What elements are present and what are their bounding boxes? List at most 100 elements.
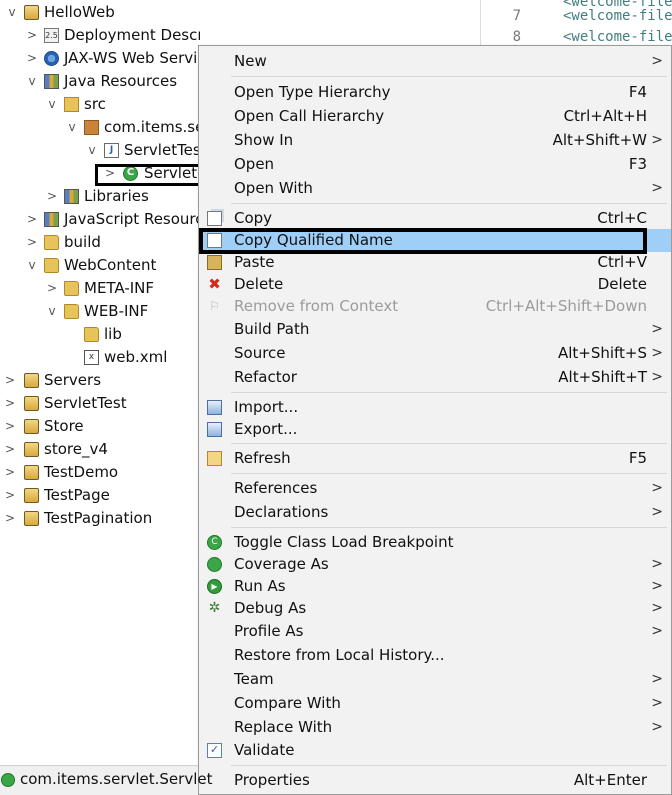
menu-item-debug-as[interactable]: ✲ Debug As >: [199, 597, 671, 620]
expand-twisty[interactable]: v: [46, 93, 58, 116]
menu-item-run-as[interactable]: ▶ Run As >: [199, 575, 671, 598]
delete-icon: ✖: [208, 275, 221, 293]
expand-twisty[interactable]: >: [26, 24, 38, 47]
tree-item-helloweb[interactable]: v HelloWeb: [0, 1, 200, 24]
tree-item-store[interactable]: > Store: [0, 415, 200, 438]
menu-item-open-type-hierarchy[interactable]: Open Type Hierarchy F4: [199, 81, 671, 104]
menu-item-toggle-class-load-breakpoint[interactable]: C Toggle Class Load Breakpoint: [199, 531, 671, 554]
tree-item-lib[interactable]: lib: [0, 323, 200, 346]
menu-item-open-with[interactable]: Open With >: [199, 177, 671, 200]
source-folder-icon: [64, 97, 79, 112]
expand-twisty[interactable]: >: [4, 507, 16, 530]
tree-item-web-xml[interactable]: x web.xml: [0, 346, 200, 369]
code-editor[interactable]: <welcome-file 7 <welcome-file 8 <welcome…: [480, 0, 672, 46]
menu-item-replace-with[interactable]: Replace With >: [199, 716, 671, 739]
menu-item-references[interactable]: References >: [199, 477, 671, 500]
expand-twisty[interactable]: v: [26, 254, 38, 277]
menu-item-label: Run As: [234, 577, 286, 595]
tree-item-label: TestPage: [44, 486, 110, 504]
menu-item-source[interactable]: Source Alt+Shift+S >: [199, 342, 671, 365]
tree-item-package[interactable]: v com.items.servlet: [0, 116, 200, 139]
tree-item-servers[interactable]: > Servers: [0, 369, 200, 392]
expand-twisty[interactable]: >: [4, 484, 16, 507]
expand-twisty[interactable]: >: [4, 392, 16, 415]
menu-item-shortcut: Alt+Shift+T: [558, 368, 647, 386]
menu-item-compare-with[interactable]: Compare With >: [199, 692, 671, 715]
menu-item-show-in[interactable]: Show In Alt+Shift+W >: [199, 129, 671, 152]
expand-twisty[interactable]: >: [4, 369, 16, 392]
expand-twisty[interactable]: v: [46, 300, 58, 323]
tree-item-label: src: [84, 95, 106, 113]
folder-icon: [44, 258, 59, 273]
expand-twisty[interactable]: >: [4, 415, 16, 438]
project-icon: [24, 511, 39, 526]
menu-item-label: Restore from Local History...: [234, 646, 445, 664]
class-load-breakpoint-icon: C: [207, 535, 222, 550]
menu-item-label: Export...: [234, 420, 298, 438]
menu-item-shortcut: Ctrl+C: [597, 209, 647, 227]
menu-item-declarations[interactable]: Declarations >: [199, 501, 671, 524]
menu-item-open[interactable]: Open F3: [199, 153, 671, 176]
line-number: 8: [512, 29, 521, 45]
paste-icon: [207, 255, 222, 270]
expand-twisty[interactable]: v: [26, 70, 38, 93]
tree-item-deployment-descriptor[interactable]: > 2.5 Deployment Descriptor: HelloWeb: [0, 24, 200, 47]
expand-twisty[interactable]: >: [26, 47, 38, 70]
menu-item-open-call-hierarchy[interactable]: Open Call Hierarchy Ctrl+Alt+H: [199, 105, 671, 128]
menu-item-remove-from-context: ⚐ Remove from Context Ctrl+Alt+Shift+Dow…: [199, 295, 671, 318]
menu-item-coverage-as[interactable]: Coverage As >: [199, 553, 671, 576]
tree-item-javascript-resources[interactable]: > JavaScript Resources: [0, 208, 200, 231]
tree-item-java-resources[interactable]: v Java Resources: [0, 70, 200, 93]
tree-item-libraries[interactable]: > Libraries: [0, 185, 200, 208]
menu-item-validate[interactable]: ✓ Validate: [199, 739, 671, 762]
menu-item-team[interactable]: Team >: [199, 668, 671, 691]
submenu-arrow-icon: >: [651, 556, 663, 572]
menu-item-delete[interactable]: ✖ Delete Delete: [199, 273, 671, 296]
tree-item-meta-inf[interactable]: > META-INF: [0, 277, 200, 300]
menu-item-restore-from-local-history[interactable]: Restore from Local History...: [199, 644, 671, 667]
tree-item-java-file[interactable]: v J ServletTest.java: [0, 139, 200, 162]
expand-twisty[interactable]: v: [66, 116, 78, 139]
tree-item-servlettest[interactable]: > ServletTest: [0, 392, 200, 415]
project-icon: [24, 373, 39, 388]
remove-from-context-icon: ⚐: [209, 299, 220, 313]
menu-separator: [231, 443, 667, 444]
submenu-arrow-icon: >: [651, 623, 663, 639]
tree-item-src[interactable]: v src: [0, 93, 200, 116]
folder-icon: [44, 235, 59, 250]
menu-item-export[interactable]: Export...: [199, 418, 671, 441]
tree-item-store-v4[interactable]: > store_v4: [0, 438, 200, 461]
menu-item-label: Import...: [234, 398, 299, 416]
menu-item-paste[interactable]: Paste Ctrl+V: [199, 251, 671, 274]
menu-item-label: Open Call Hierarchy: [234, 107, 385, 125]
expand-twisty[interactable]: >: [4, 461, 16, 484]
menu-item-profile-as[interactable]: Profile As >: [199, 620, 671, 643]
menu-item-refresh[interactable]: Refresh F5: [199, 447, 671, 470]
export-icon: [207, 422, 222, 437]
expand-twisty[interactable]: >: [4, 438, 16, 461]
tree-item-build[interactable]: > build: [0, 231, 200, 254]
menu-item-properties[interactable]: Properties Alt+Enter: [199, 769, 671, 792]
menu-item-build-path[interactable]: Build Path >: [199, 318, 671, 341]
expand-twisty[interactable]: >: [26, 208, 38, 231]
menu-item-new[interactable]: New >: [199, 50, 671, 73]
menu-item-copy[interactable]: Copy Ctrl+C: [199, 207, 671, 230]
coverage-icon: [207, 557, 222, 572]
menu-item-import[interactable]: Import...: [199, 396, 671, 419]
tree-item-testdemo[interactable]: > TestDemo: [0, 461, 200, 484]
tree-item-web-inf[interactable]: v WEB-INF: [0, 300, 200, 323]
tree-item-label: JavaScript Resources: [64, 210, 200, 228]
expand-twisty[interactable]: >: [46, 277, 58, 300]
tree-item-webcontent[interactable]: v WebContent: [0, 254, 200, 277]
menu-item-shortcut: Ctrl+Alt+Shift+Down: [485, 297, 647, 315]
tree-item-testpage[interactable]: > TestPage: [0, 484, 200, 507]
tree-item-jax-ws[interactable]: > JAX-WS Web Services: [0, 47, 200, 70]
expand-twisty[interactable]: v: [86, 139, 98, 162]
expand-twisty[interactable]: v: [6, 1, 18, 24]
expand-twisty[interactable]: >: [26, 231, 38, 254]
tree-item-testpagination[interactable]: > TestPagination: [0, 507, 200, 530]
menu-item-refactor[interactable]: Refactor Alt+Shift+T >: [199, 366, 671, 389]
submenu-arrow-icon: >: [651, 345, 663, 361]
submenu-arrow-icon: >: [651, 578, 663, 594]
expand-twisty[interactable]: >: [46, 185, 58, 208]
